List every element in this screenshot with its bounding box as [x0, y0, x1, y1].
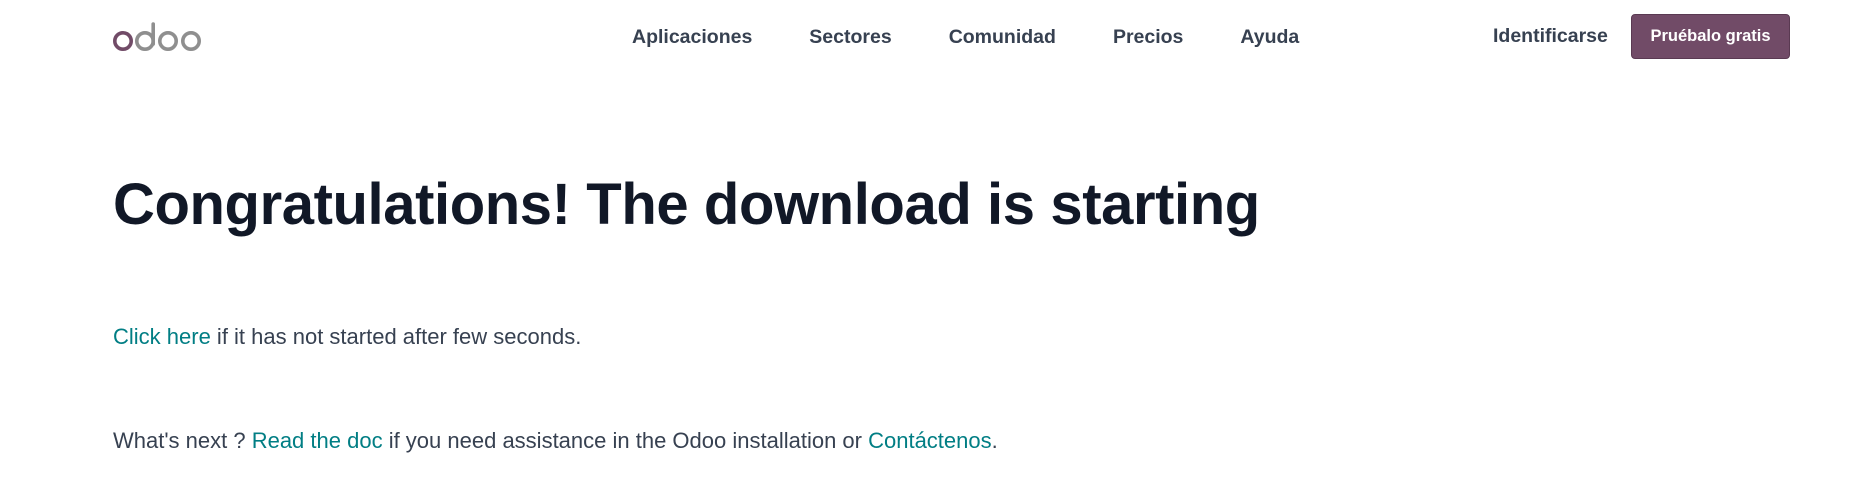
contact-link[interactable]: Contáctenos [868, 428, 992, 453]
nav-item-aplicaciones[interactable]: Aplicaciones [632, 26, 752, 49]
next-steps-suffix: . [991, 428, 998, 453]
read-the-doc-link[interactable]: Read the doc [252, 428, 383, 453]
nav-item-sectores[interactable]: Sectores [809, 26, 891, 49]
retry-download-text: Click here if it has not started after f… [113, 326, 581, 348]
nav-item-comunidad[interactable]: Comunidad [949, 26, 1056, 49]
page: Aplicaciones Sectores Comunidad Precios … [0, 0, 1876, 482]
odoo-logo[interactable] [113, 18, 205, 54]
main-nav: Aplicaciones Sectores Comunidad Precios … [632, 0, 1299, 74]
odoo-logo-icon [113, 22, 202, 51]
next-steps-text: What's next ? Read the doc if you need a… [113, 430, 998, 452]
nav-item-precios[interactable]: Precios [1113, 26, 1183, 49]
nav-item-ayuda[interactable]: Ayuda [1240, 26, 1299, 49]
site-header: Aplicaciones Sectores Comunidad Precios … [0, 0, 1876, 74]
retry-download-message: if it has not started after few seconds. [210, 324, 582, 349]
try-free-button[interactable]: Pruébalo gratis [1631, 14, 1790, 59]
click-here-link[interactable]: Click here [113, 324, 211, 349]
signin-link[interactable]: Identificarse [1493, 25, 1608, 48]
next-steps-prefix: What's next ? [113, 428, 252, 453]
next-steps-middle: if you need assistance in the Odoo insta… [382, 428, 869, 453]
page-title: Congratulations! The download is startin… [113, 172, 1260, 237]
